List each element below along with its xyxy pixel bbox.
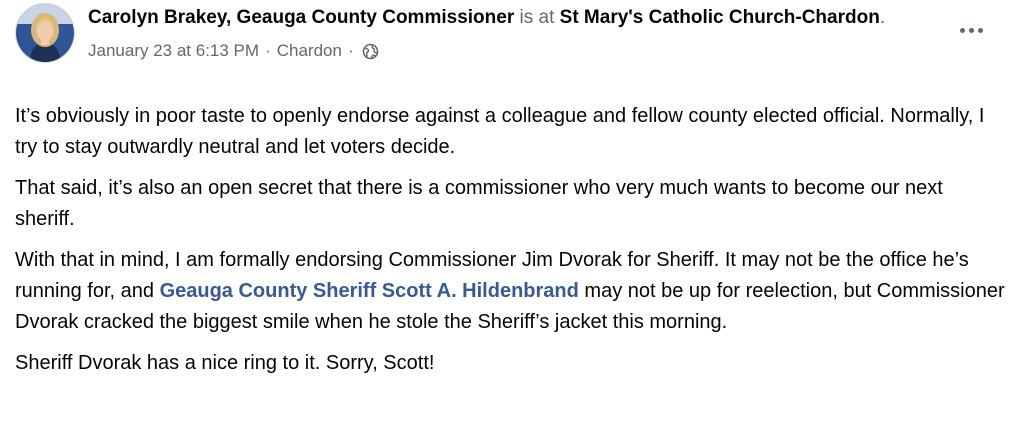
more-dot <box>968 27 974 33</box>
paragraph-1: It’s obviously in poor taste to openly e… <box>15 105 985 158</box>
author-name[interactable]: Carolyn Brakey, Geauga County Commission… <box>88 7 514 28</box>
paragraph-4: Sheriff Dvorak has a nice ring to it. So… <box>15 352 435 374</box>
more-dot <box>959 27 965 33</box>
post-title: Carolyn Brakey, Geauga County Commission… <box>88 4 908 32</box>
more-dot <box>977 27 983 33</box>
is-at-text: is at <box>519 7 555 28</box>
post-meta: January 23 at 6:13 PM · Chardon · <box>88 40 908 62</box>
paragraph-3: With that in mind, I am formally endorsi… <box>15 245 1005 338</box>
author-avatar[interactable] <box>15 3 75 63</box>
avatar-photo <box>16 4 74 62</box>
post-place[interactable]: Chardon <box>277 40 342 62</box>
post-body: It’s obviously in poor taste to openly e… <box>15 101 1005 389</box>
facebook-post: Carolyn Brakey, Geauga County Commission… <box>0 0 1017 421</box>
sheriff-mention-link[interactable]: Geauga County Sheriff Scott A. Hildenbra… <box>160 280 579 302</box>
location-link[interactable]: St Mary's Catholic Church-Chardon <box>560 7 880 28</box>
post-timestamp[interactable]: January 23 at 6:13 PM <box>88 40 259 62</box>
paragraph-2: That said, it’s also an open secret that… <box>15 177 943 230</box>
globe-icon[interactable] <box>362 43 379 60</box>
meta-separator: · <box>265 41 271 60</box>
post-header: Carolyn Brakey, Geauga County Commission… <box>88 4 908 62</box>
meta-separator: · <box>347 41 354 60</box>
more-options-icon[interactable] <box>953 18 989 42</box>
location-period: . <box>879 7 886 28</box>
